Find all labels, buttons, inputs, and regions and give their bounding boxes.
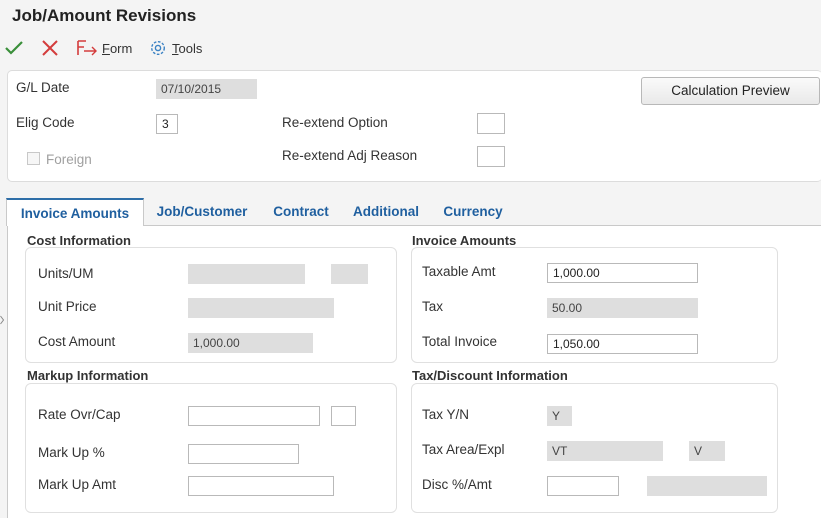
cost-info-title: Cost Information — [27, 233, 131, 248]
tab-additional[interactable]: Additional — [344, 198, 428, 225]
invoice-amounts-title: Invoice Amounts — [412, 233, 517, 248]
tab-job-customer[interactable]: Job/Customer — [146, 198, 258, 225]
toolbar: Form Tools — [0, 34, 821, 62]
disc-pct-amt-label: Disc %/Amt — [422, 477, 492, 492]
cost-amount-label: Cost Amount — [38, 334, 116, 349]
cost-info-box: Units/UM Unit Price Cost Amount 1,000.00 — [25, 247, 397, 363]
ok-button[interactable] — [4, 34, 26, 62]
reextend-adj-reason-field[interactable] — [477, 146, 505, 167]
units-um-label: Units/UM — [38, 266, 94, 281]
tax-field[interactable]: 50.00 — [547, 298, 698, 318]
mark-up-pct-field[interactable] — [188, 444, 299, 464]
tax-area-field[interactable]: VT — [547, 441, 663, 461]
rate-ovr-field[interactable] — [188, 406, 320, 426]
um-field[interactable] — [331, 264, 368, 284]
form-menu-label: Form — [102, 40, 133, 56]
total-invoice-label: Total Invoice — [422, 334, 498, 349]
markup-info-title: Markup Information — [27, 368, 149, 383]
disc-amt-field[interactable] — [647, 476, 767, 496]
disc-pct-field[interactable] — [547, 476, 619, 496]
side-panel-handle[interactable] — [0, 310, 5, 330]
calculation-preview-button[interactable]: Calculation Preview — [641, 77, 820, 105]
unit-price-label: Unit Price — [38, 299, 97, 314]
rate-ovr-cap-label: Rate Ovr/Cap — [38, 407, 121, 422]
header-panel: G/L Date 07/10/2015 Elig Code 3 Foreign … — [7, 70, 821, 182]
tab-invoice-amounts[interactable]: Invoice Amounts — [6, 198, 144, 226]
tab-content: Cost Information Units/UM Unit Price Cos… — [7, 226, 821, 518]
form-menu-button[interactable]: Form — [76, 34, 132, 62]
mark-up-amt-field[interactable] — [188, 476, 334, 496]
tools-menu-button[interactable]: Tools — [148, 34, 202, 62]
taxable-amt-label: Taxable Amt — [422, 264, 496, 279]
reextend-option-field[interactable] — [477, 113, 505, 134]
cost-amount-field[interactable]: 1,000.00 — [188, 333, 313, 353]
units-field[interactable] — [188, 264, 305, 284]
foreign-checkbox[interactable] — [27, 152, 40, 165]
reextend-option-label: Re-extend Option — [282, 115, 388, 130]
gear-icon — [150, 40, 166, 56]
tax-discount-info-title: Tax/Discount Information — [412, 368, 568, 383]
elig-code-field[interactable]: 3 — [156, 114, 178, 134]
cancel-button[interactable] — [40, 34, 62, 62]
checkmark-icon — [5, 41, 23, 55]
mark-up-pct-label: Mark Up % — [38, 445, 105, 460]
reextend-adj-reason-label: Re-extend Adj Reason — [282, 148, 418, 163]
taxable-amt-field[interactable]: 1,000.00 — [547, 263, 698, 283]
foreign-label: Foreign — [46, 152, 92, 167]
tab-contract[interactable]: Contract — [264, 198, 338, 225]
markup-info-box: Rate Ovr/Cap Mark Up % Mark Up Amt — [25, 383, 397, 513]
tax-expl-field[interactable]: V — [689, 441, 725, 461]
tax-discount-info-box: Tax Y/N Y Tax Area/Expl VT V Disc %/Amt — [411, 383, 778, 513]
mark-up-amt-label: Mark Up Amt — [38, 477, 117, 492]
gl-date-label: G/L Date — [16, 80, 70, 95]
tab-strip: Invoice Amounts Job/Customer Contract Ad… — [0, 198, 821, 226]
form-icon — [77, 40, 97, 56]
total-invoice-field[interactable]: 1,050.00 — [547, 334, 698, 354]
tax-yn-label: Tax Y/N — [422, 407, 470, 422]
close-icon — [42, 40, 58, 56]
tax-yn-field[interactable]: Y — [547, 406, 572, 426]
tools-menu-label: Tools — [172, 40, 203, 56]
page-title: Job/Amount Revisions — [12, 6, 197, 25]
chevron-right-icon — [0, 315, 5, 325]
tab-currency[interactable]: Currency — [434, 198, 512, 225]
rate-cap-field[interactable] — [331, 406, 356, 426]
invoice-amounts-box: Taxable Amt 1,000.00 Tax 50.00 Total Inv… — [411, 247, 778, 363]
unit-price-field[interactable] — [188, 298, 334, 318]
gl-date-field[interactable]: 07/10/2015 — [156, 79, 257, 99]
tax-label: Tax — [422, 299, 444, 314]
elig-code-label: Elig Code — [16, 115, 75, 130]
tax-area-expl-label: Tax Area/Expl — [422, 442, 505, 457]
